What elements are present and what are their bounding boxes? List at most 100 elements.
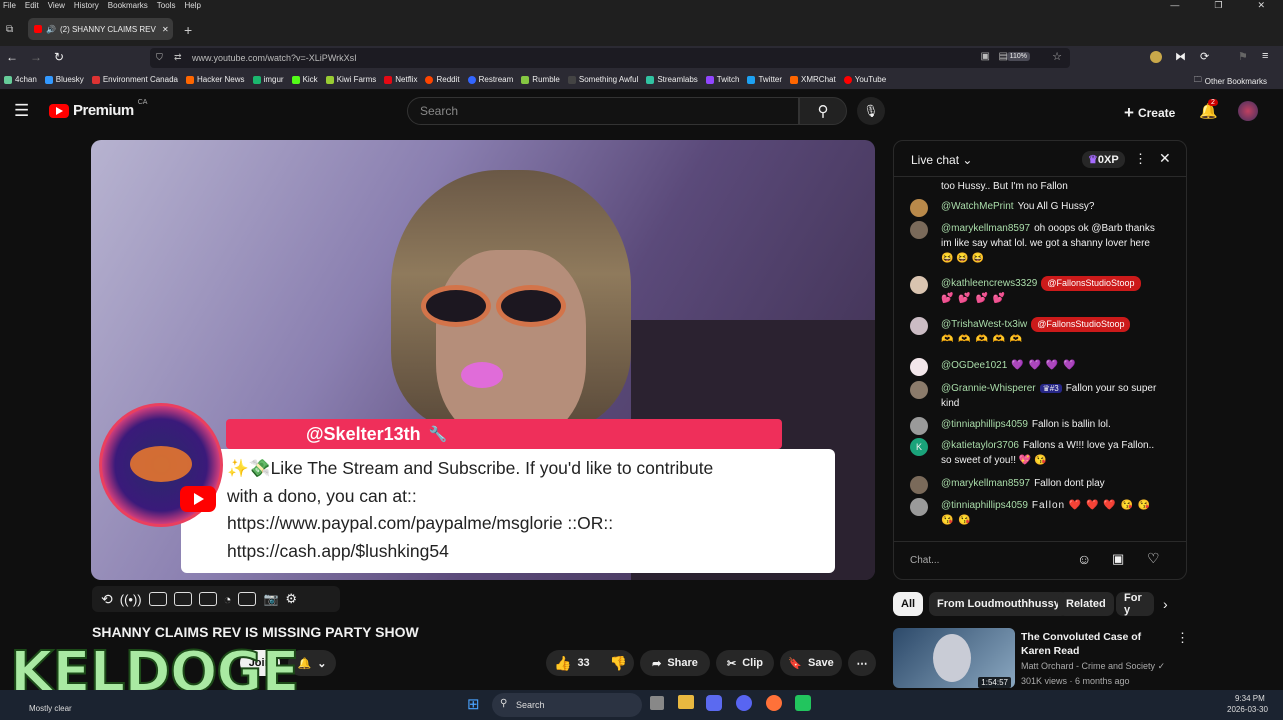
bookmark-environment-canada[interactable]: Environment Canada — [91, 75, 178, 84]
avatar[interactable] — [910, 381, 928, 399]
chevron-right-icon[interactable]: › — [1163, 596, 1168, 612]
bookmark-rumble[interactable]: Rumble — [521, 75, 560, 84]
file-explorer-icon[interactable] — [678, 695, 694, 709]
chat-author[interactable]: @tinniaphillips4059 — [941, 500, 1028, 511]
tab-overview-icon[interactable]: ⧉ — [6, 24, 13, 35]
close-icon[interactable]: ✕ — [1159, 150, 1171, 167]
bookmark-4chan[interactable]: 4chan — [4, 75, 37, 84]
task-view-icon[interactable] — [650, 696, 664, 710]
forward-icon[interactable]: → — [30, 50, 42, 64]
browser-tab[interactable]: 🔊 (2) SHANNY CLAIMS REV IS ✕ — [28, 18, 173, 40]
extensions-puzzle-icon[interactable]: ⧓ — [1175, 50, 1186, 63]
windows-start-icon[interactable]: ⊞ — [467, 695, 480, 713]
bookmark-netflix[interactable]: Netflix — [384, 75, 417, 84]
menu-history[interactable]: History — [74, 1, 99, 10]
menu-edit[interactable]: Edit — [25, 1, 39, 10]
thumbs-down-icon[interactable]: 👎 — [610, 655, 627, 672]
speaker-icon[interactable]: 🔊 — [46, 25, 56, 34]
chat-author[interactable]: @Grannie-Whisperer — [941, 383, 1036, 394]
recommended-thumbnail[interactable]: 1:54:57 — [893, 628, 1015, 688]
close-tab-icon[interactable]: ✕ — [162, 25, 169, 34]
avatar[interactable] — [1238, 101, 1258, 121]
save-button[interactable]: 🔖 Save — [780, 650, 842, 676]
firefox-icon[interactable] — [766, 695, 782, 711]
picture-in-picture-icon[interactable] — [198, 592, 217, 606]
bookmark-kiwi-farms[interactable]: Kiwi Farms — [325, 75, 376, 84]
thumbs-up-icon[interactable]: 👍 — [554, 655, 571, 672]
url-bar[interactable]: ⛉ ⇄ www.youtube.com/watch?v=-XLiPWrkXsI … — [150, 48, 1070, 68]
app-menu-icon[interactable]: ≡ — [1262, 50, 1268, 62]
chat-input[interactable]: Chat... — [910, 549, 1070, 571]
youtube-logo[interactable]: Premium CA — [49, 99, 147, 119]
gear-icon[interactable]: ⚙ — [285, 591, 297, 607]
bookmark-twitch[interactable]: Twitch — [705, 75, 739, 84]
bookmark-reddit[interactable]: Reddit — [425, 75, 460, 84]
search-button[interactable]: ⚲ — [799, 97, 847, 125]
bookmark-twitter[interactable]: Twitter — [747, 75, 782, 84]
new-tab-icon[interactable]: + — [184, 22, 192, 38]
xp-badge[interactable]: ♛0XP — [1082, 151, 1125, 168]
bookmark-something-awful[interactable]: Something Awful — [567, 75, 638, 84]
back-icon[interactable]: ← — [6, 50, 18, 64]
copilot-icon[interactable] — [706, 695, 722, 711]
avatar[interactable]: K — [910, 438, 928, 456]
chat-author[interactable]: @kathleencrews3329 — [941, 278, 1037, 289]
more-vertical-icon[interactable]: ⋮ — [1134, 151, 1147, 167]
site-info-icon[interactable]: ⇄ — [174, 52, 182, 63]
menu-tools[interactable]: Tools — [157, 1, 176, 10]
add-icon[interactable] — [238, 592, 257, 606]
notifications-button[interactable]: 🔔 2 — [1199, 99, 1218, 121]
create-button[interactable]: + Create — [1124, 103, 1175, 123]
taskbar-search[interactable]: ⚲ Search — [492, 693, 642, 717]
reload-icon[interactable]: ↻ — [54, 50, 64, 64]
extension-icon[interactable] — [1150, 51, 1162, 63]
discord-icon[interactable] — [736, 695, 752, 711]
disabled-extension-icon[interactable]: ⚑ — [1238, 50, 1248, 63]
clock-date[interactable]: 2026-03-30 — [1227, 705, 1268, 714]
shield-icon[interactable]: ⛉ — [156, 52, 163, 63]
avatar[interactable] — [910, 276, 928, 294]
picture-in-picture-icon[interactable]: ▣ — [981, 51, 990, 62]
heart-icon[interactable]: ♡ — [1147, 550, 1160, 567]
bookmark-xmrchat[interactable]: XMRChat — [790, 75, 836, 84]
avatar[interactable] — [910, 199, 928, 217]
menu-view[interactable]: View — [48, 1, 65, 10]
menu-bookmarks[interactable]: Bookmarks — [108, 1, 148, 10]
clock-time[interactable]: 9:34 PM — [1235, 694, 1265, 703]
chat-author[interactable]: @katietaylor3706 — [941, 440, 1019, 451]
bookmark-kick[interactable]: Kick — [291, 75, 318, 84]
avatar[interactable] — [910, 498, 928, 516]
chip-related[interactable]: Related — [1058, 592, 1114, 616]
recommended-channel[interactable]: Matt Orchard - Crime and Society ✓ — [1021, 661, 1165, 672]
camera-icon[interactable]: 📷 — [263, 592, 278, 606]
bookmark-bluesky[interactable]: Bluesky — [44, 75, 84, 84]
chat-author[interactable]: @TrishaWest-tx3iw — [941, 319, 1027, 330]
chip-all[interactable]: All — [893, 592, 924, 616]
app-icon[interactable] — [795, 695, 811, 711]
sync-icon[interactable]: ⟳ — [1200, 50, 1209, 63]
video-player[interactable]: @Skelter13th 🔧 ✨💸Like The Stream and Sub… — [91, 140, 875, 580]
avatar[interactable] — [910, 317, 928, 335]
bookmark-imgur[interactable]: imgur — [252, 75, 284, 84]
recommended-title[interactable]: The Convoluted Case of Karen Read — [1021, 630, 1171, 658]
chat-author[interactable]: @marykellman8597 — [941, 223, 1030, 234]
hamburger-menu-icon[interactable]: ☰ — [14, 101, 29, 121]
chat-author[interactable]: @marykellman8597 — [941, 478, 1030, 489]
search-input[interactable]: Search — [407, 97, 799, 125]
like-count[interactable]: 33 — [577, 657, 589, 669]
menu-help[interactable]: Help — [184, 1, 200, 10]
bookmark-youtube[interactable]: YouTube — [843, 75, 886, 84]
emoji-icon[interactable]: ☺ — [1077, 551, 1091, 567]
more-vertical-icon[interactable]: ⋮ — [1176, 630, 1189, 646]
settings-video-icon[interactable] — [148, 592, 167, 606]
bookmark-star-icon[interactable]: ☆ — [1052, 50, 1062, 63]
avatar[interactable] — [910, 476, 928, 494]
avatar[interactable] — [910, 358, 928, 376]
live-chat-mode-dropdown[interactable]: Live chat ⌄ — [911, 153, 972, 167]
chip-for-you[interactable]: For y — [1116, 592, 1154, 616]
bookmark-restream[interactable]: Restream — [467, 75, 513, 84]
share-button[interactable]: ➦ Share — [640, 650, 710, 676]
broadcast-icon[interactable]: ((•)) — [120, 592, 142, 607]
bookmark-hacker-news[interactable]: Hacker News — [185, 75, 245, 84]
avatar[interactable] — [910, 417, 928, 435]
